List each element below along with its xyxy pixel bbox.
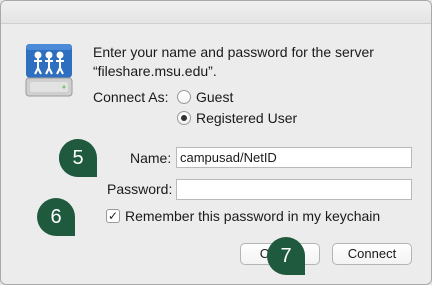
remember-checkbox[interactable]: ✓ <box>106 209 120 223</box>
connect-button[interactable]: Connect <box>332 243 412 265</box>
password-label: Password: <box>107 181 173 197</box>
checkmark-icon: ✓ <box>107 209 119 223</box>
guest-radio[interactable] <box>177 90 191 104</box>
server-message: Enter your name and password for the ser… <box>93 43 374 81</box>
remember-label[interactable]: Remember this password in my keychain <box>125 208 380 224</box>
callout-6: 6 <box>37 198 83 244</box>
callout-7-number: 7 <box>280 245 292 267</box>
name-label: Name: <box>130 150 172 166</box>
registered-user-radio[interactable] <box>177 111 191 125</box>
registered-user-label[interactable]: Registered User <box>196 110 297 126</box>
name-field[interactable]: campusad/NetID <box>176 147 412 168</box>
message-line-2: “fileshare.msu.edu”. <box>93 63 217 79</box>
connect-to-server-dialog: Enter your name and password for the ser… <box>0 0 432 285</box>
title-bar <box>1 1 431 24</box>
callout-5: 5 <box>59 139 105 185</box>
callout-6-number: 6 <box>50 206 62 228</box>
connect-as-label: Connect As: <box>93 89 169 105</box>
message-line-1: Enter your name and password for the ser… <box>93 44 374 60</box>
password-field[interactable] <box>176 179 412 200</box>
callout-5-number: 5 <box>72 147 84 169</box>
callout-7: 7 <box>267 237 313 283</box>
server-icon <box>25 44 73 97</box>
guest-label[interactable]: Guest <box>196 89 233 105</box>
